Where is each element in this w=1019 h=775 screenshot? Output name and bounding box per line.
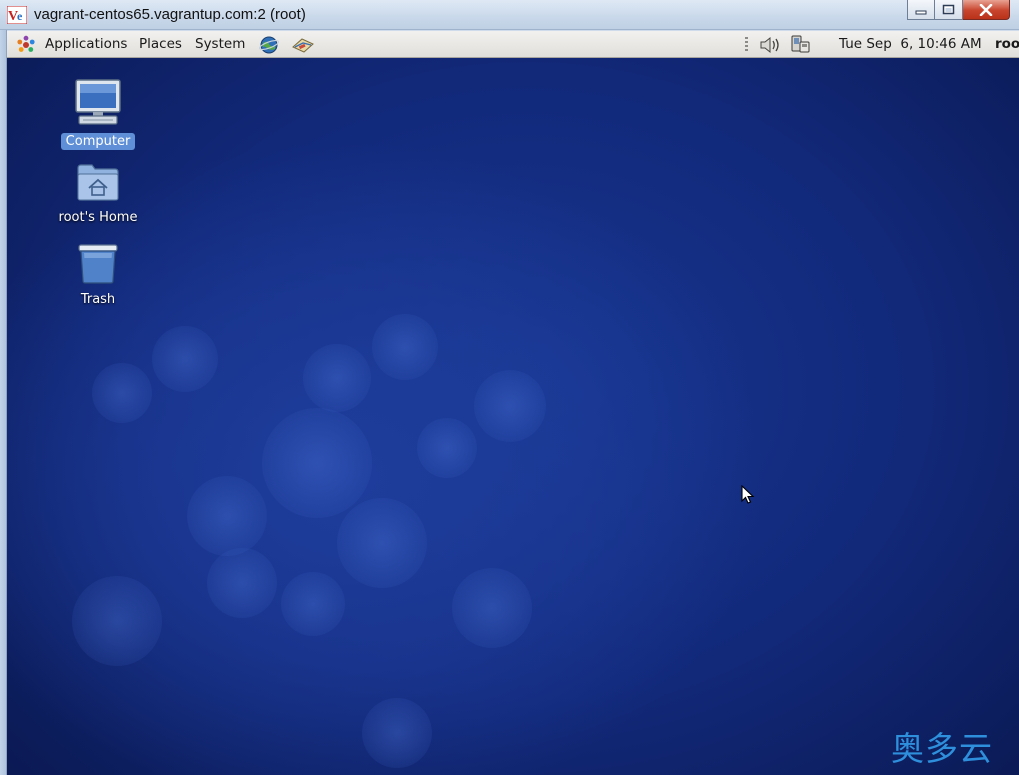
desktop-icon-computer[interactable]: Computer [48,78,148,150]
maximize-button[interactable] [935,0,963,20]
wallpaper-bubble [362,698,432,768]
wallpaper-bubble [92,363,152,423]
desktop-icon-home[interactable]: root's Home [48,162,148,226]
window-title: vagrant-centos65.vagrantup.com:2 (root) [34,6,306,23]
web-browser-icon[interactable] [259,35,280,55]
computer-icon [75,79,121,125]
close-button[interactable] [963,0,1010,20]
minimize-button[interactable] [907,0,935,20]
wallpaper-bubble [452,568,532,648]
window-controls [907,0,1010,21]
window-frame-left [0,30,7,775]
wallpaper-bubble [303,344,371,412]
wallpaper-bubble [372,314,438,380]
wallpaper-bubble [187,476,267,556]
svg-text:e: e [17,9,23,23]
close-icon [979,3,993,16]
panel-separator [745,37,748,53]
network-icon[interactable] [789,34,811,54]
watermark-text: 奥多云 [891,729,993,768]
top-panel: Applications Places System Tue Sep 6, 10… [7,31,1019,58]
menu-system[interactable]: System [195,36,245,52]
wallpaper-bubble [152,326,218,392]
wallpaper-bubble [207,548,277,618]
panel-clock[interactable]: Tue Sep 6, 10:46 AM [839,36,982,52]
wallpaper-bubble [281,572,345,636]
desktop-icon-label: root's Home [58,210,138,225]
home-folder-icon [77,164,119,201]
wallpaper-bubble [262,408,372,518]
wallpaper-bubble [72,576,162,666]
trash-icon [78,244,118,284]
mail-client-icon[interactable] [291,35,315,55]
desktop[interactable]: Computer root's Home Trash 奥多云 [7,58,1019,775]
minimize-icon [915,10,927,14]
maximize-icon [942,4,955,15]
wallpaper-bubble [474,370,546,442]
volume-icon[interactable] [759,36,781,54]
menu-applications[interactable]: Applications [45,36,127,52]
panel-user-name[interactable]: roo [995,36,1019,52]
wallpaper-bubble [337,498,427,588]
vnc-viewer-icon: V e [7,6,27,24]
desktop-icon-trash[interactable]: Trash [48,242,148,308]
desktop-icon-label: Trash [80,292,116,307]
mouse-cursor-icon [741,485,755,504]
wallpaper-bubble [417,418,477,478]
gnome-foot-icon[interactable] [16,35,36,55]
menu-places[interactable]: Places [139,36,182,52]
desktop-icon-label: Computer [60,133,136,150]
window-titlebar[interactable]: V e vagrant-centos65.vagrantup.com:2 (ro… [0,0,1019,30]
